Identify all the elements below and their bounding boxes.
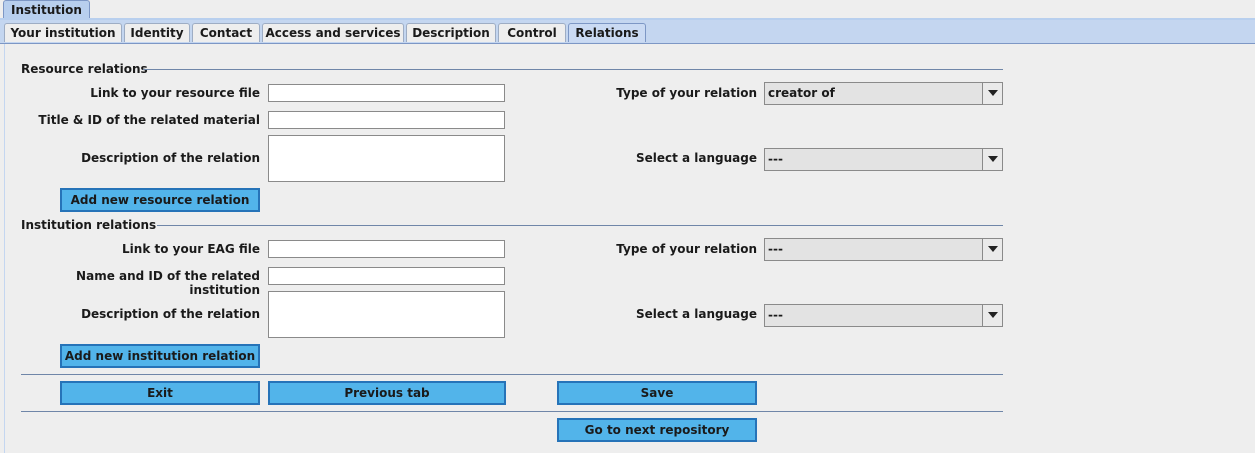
- resource-description-label: Description of the relation: [81, 151, 260, 165]
- tab-contact[interactable]: Contact: [192, 23, 260, 42]
- footer-divider-bottom: [21, 411, 1003, 412]
- previous-tab-button[interactable]: Previous tab: [268, 381, 506, 405]
- institution-name-id-input[interactable]: [268, 267, 505, 285]
- tab-your-institution[interactable]: Your institution: [4, 23, 122, 42]
- institution-type-select[interactable]: ---: [764, 238, 1003, 261]
- relations-panel: Resource relations Link to your resource…: [4, 44, 1252, 453]
- add-institution-relation-button[interactable]: Add new institution relation: [60, 344, 260, 368]
- tab-bar: Your institution Identity Contact Access…: [0, 20, 1255, 44]
- institution-description-textarea[interactable]: [268, 291, 505, 338]
- resource-type-select[interactable]: creator of: [764, 82, 1003, 105]
- resource-language-select[interactable]: ---: [764, 148, 1003, 171]
- institution-link-label: Link to your EAG file: [122, 242, 260, 256]
- institution-language-value: ---: [768, 308, 783, 322]
- chevron-down-icon[interactable]: [982, 305, 1002, 326]
- resource-link-label: Link to your resource file: [90, 86, 260, 100]
- institution-type-value: ---: [768, 242, 783, 256]
- tab-control[interactable]: Control: [498, 23, 566, 42]
- resource-title-id-input[interactable]: [268, 111, 505, 129]
- chevron-down-icon[interactable]: [982, 239, 1002, 260]
- institution-type-label: Type of your relation: [616, 242, 757, 256]
- go-to-next-repository-button[interactable]: Go to next repository: [557, 418, 757, 442]
- resource-title-id-label: Title & ID of the related material: [38, 113, 260, 127]
- institution-language-label: Select a language: [635, 307, 757, 321]
- resource-relations-title: Resource relations: [21, 62, 148, 76]
- resource-language-value: ---: [768, 152, 783, 166]
- add-resource-relation-button[interactable]: Add new resource relation: [60, 188, 260, 212]
- institution-link-input[interactable]: [268, 240, 505, 258]
- resource-relations-divider: [143, 69, 1003, 70]
- resource-type-value: creator of: [768, 86, 835, 100]
- resource-description-textarea[interactable]: [268, 135, 505, 182]
- footer-divider-top: [21, 374, 1003, 375]
- institution-window-tab[interactable]: Institution: [3, 0, 90, 19]
- institution-relations-title: Institution relations: [21, 218, 157, 232]
- tab-description[interactable]: Description: [406, 23, 496, 42]
- institution-relations-divider: [157, 225, 1003, 226]
- tab-relations[interactable]: Relations: [568, 23, 646, 42]
- chevron-down-icon[interactable]: [982, 149, 1002, 170]
- save-button[interactable]: Save: [557, 381, 757, 405]
- resource-type-label: Type of your relation: [616, 86, 757, 100]
- institution-language-select[interactable]: ---: [764, 304, 1003, 327]
- chevron-down-icon[interactable]: [982, 83, 1002, 104]
- tab-access-and-services[interactable]: Access and services: [262, 23, 404, 42]
- resource-link-input[interactable]: [268, 84, 505, 102]
- tab-identity[interactable]: Identity: [124, 23, 190, 42]
- institution-name-id-label: Name and ID of the related institution: [76, 269, 260, 297]
- institution-description-label: Description of the relation: [81, 307, 260, 321]
- exit-button[interactable]: Exit: [60, 381, 260, 405]
- resource-language-label: Select a language: [635, 151, 757, 165]
